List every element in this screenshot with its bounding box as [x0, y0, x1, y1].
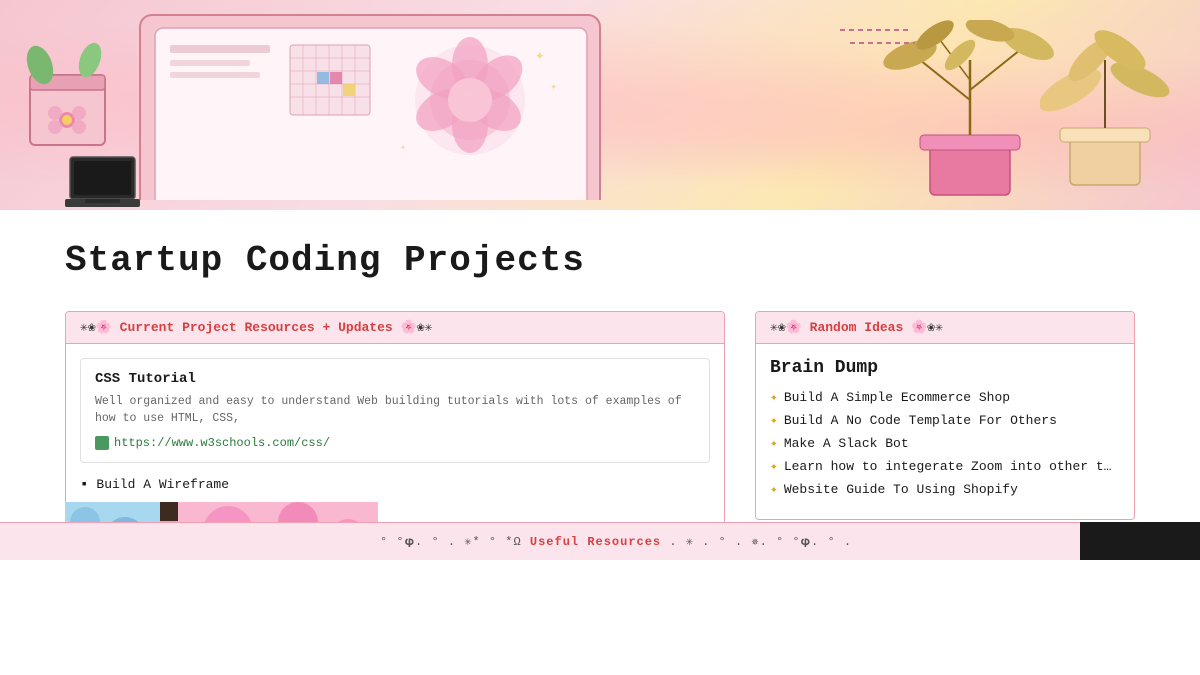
bottom-right-bar [1080, 522, 1200, 560]
header-illustration: ✦ ✦ ✦ [0, 0, 1200, 210]
right-column: ✳❀🌸 Random Ideas 🌸❀✳ Brain Dump ✦ Build … [755, 311, 1135, 540]
bottom-bar: ° °𝛗. ° . ✳* ° *Ω Useful Resources . ✳ .… [0, 522, 1200, 560]
css-tutorial-card[interactable]: CSS Tutorial Well organized and easy to … [80, 358, 710, 463]
svg-text:✦: ✦ [535, 47, 545, 65]
random-ideas-header: ✳❀🌸 Random Ideas 🌸❀✳ [756, 312, 1134, 344]
random-ideas-section: ✳❀🌸 Random Ideas 🌸❀✳ Brain Dump ✦ Build … [755, 311, 1135, 520]
bottom-bar-text: ° °𝛗. ° . ✳* ° *Ω Useful Resources . ✳ .… [380, 534, 852, 549]
css-tutorial-url[interactable]: https://www.w3schools.com/css/ [95, 436, 695, 450]
svg-text:✦: ✦ [400, 143, 406, 154]
flower-decoration [20, 15, 120, 155]
current-project-title: Current Project Resources + Updates [120, 320, 393, 335]
laptop-screen: ✦ ✦ ✦ [120, 10, 640, 200]
ideas-header-prefix: ✳❀🌸 [770, 320, 810, 335]
css-tutorial-title: CSS Tutorial [95, 371, 695, 387]
ideas-header-suffix: 🌸❀✳ [903, 320, 943, 335]
idea-star-2: ✦ [770, 413, 778, 428]
header-prefix: ✳❀🌸 [80, 320, 120, 335]
idea-star-4: ✦ [770, 459, 778, 474]
idea-star-1: ✦ [770, 390, 778, 405]
idea-star-5: ✦ [770, 482, 778, 497]
idea-item-2: ✦ Build A No Code Template For Others [770, 413, 1120, 428]
plant2-decoration [1040, 10, 1180, 190]
svg-text:✦: ✦ [550, 80, 557, 94]
main-content: Startup Coding Projects ✳❀🌸 Current Proj… [0, 210, 1200, 560]
css-tutorial-desc: Well organized and easy to understand We… [95, 393, 695, 428]
brain-dump-title: Brain Dump [770, 358, 1120, 378]
bottom-bar-highlight: Useful Resources [530, 535, 661, 549]
deco-lines [840, 25, 920, 65]
header-suffix: 🌸❀✳ [393, 320, 433, 335]
page-title: Startup Coding Projects [65, 240, 1135, 281]
idea-item-3: ✦ Make A Slack Bot [770, 436, 1120, 451]
laptop-icon [65, 155, 140, 215]
idea-item-1: ✦ Build A Simple Ecommerce Shop [770, 390, 1120, 405]
idea-item-4: ✦ Learn how to integerate Zoom into othe… [770, 459, 1120, 474]
random-ideas-title: Random Ideas [810, 320, 904, 335]
idea-star-3: ✦ [770, 436, 778, 451]
idea-item-5: ✦ Website Guide To Using Shopify [770, 482, 1120, 497]
random-ideas-body: Brain Dump ✦ Build A Simple Ecommerce Sh… [756, 344, 1134, 519]
current-project-header: ✳❀🌸 Current Project Resources + Updates … [66, 312, 724, 344]
bullet-item-1: Build A Wireframe [80, 477, 710, 493]
